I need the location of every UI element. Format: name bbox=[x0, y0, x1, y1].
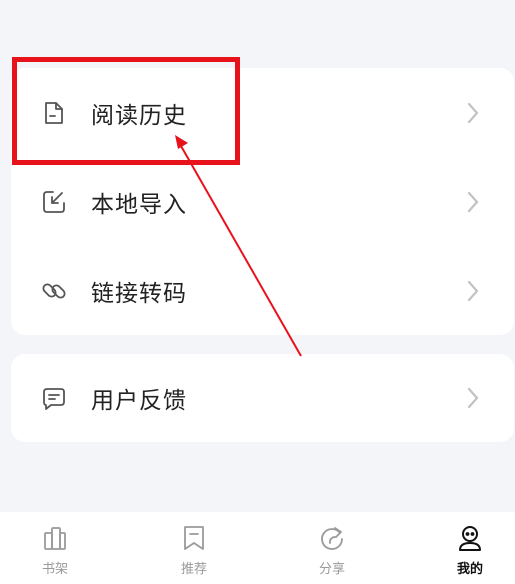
menu-item-link-transcode[interactable]: 链接转码 bbox=[11, 246, 514, 335]
nav-item-bookshelf[interactable]: 书架 bbox=[15, 512, 95, 584]
nav-label: 推荐 bbox=[180, 562, 207, 577]
reading-history-icon bbox=[41, 100, 67, 126]
bookmark-icon bbox=[180, 524, 208, 552]
link-icon bbox=[41, 278, 67, 304]
chevron-right-icon bbox=[466, 279, 480, 303]
chevron-right-icon bbox=[466, 101, 480, 125]
chevron-right-icon bbox=[466, 386, 480, 410]
menu-item-label: 用户反馈 bbox=[91, 388, 187, 414]
local-import-icon bbox=[41, 189, 67, 215]
nav-label: 书架 bbox=[41, 562, 68, 577]
nav-label: 分享 bbox=[318, 562, 345, 577]
nav-label: 我的 bbox=[456, 562, 483, 577]
menu-card-primary: 阅读历史 本地导入 链接转码 bbox=[11, 68, 514, 335]
profile-icon bbox=[456, 524, 484, 552]
menu-item-local-import[interactable]: 本地导入 bbox=[11, 157, 514, 246]
menu-item-user-feedback[interactable]: 用户反馈 bbox=[11, 354, 514, 442]
menu-item-reading-history[interactable]: 阅读历史 bbox=[11, 68, 514, 157]
bookshelf-icon bbox=[41, 524, 69, 552]
nav-item-mine[interactable]: 我的 bbox=[430, 512, 510, 584]
menu-item-label: 本地导入 bbox=[91, 191, 187, 218]
bottom-nav-bar: 书架 推荐 分享 我的 bbox=[0, 512, 515, 584]
menu-item-label: 阅读历史 bbox=[91, 102, 187, 129]
chevron-right-icon bbox=[466, 190, 480, 214]
menu-card-secondary: 用户反馈 bbox=[11, 354, 514, 442]
share-icon bbox=[318, 524, 346, 552]
nav-item-share[interactable]: 分享 bbox=[292, 512, 372, 584]
menu-item-label: 链接转码 bbox=[91, 280, 187, 307]
feedback-icon bbox=[41, 385, 67, 411]
nav-item-recommend[interactable]: 推荐 bbox=[154, 512, 234, 584]
